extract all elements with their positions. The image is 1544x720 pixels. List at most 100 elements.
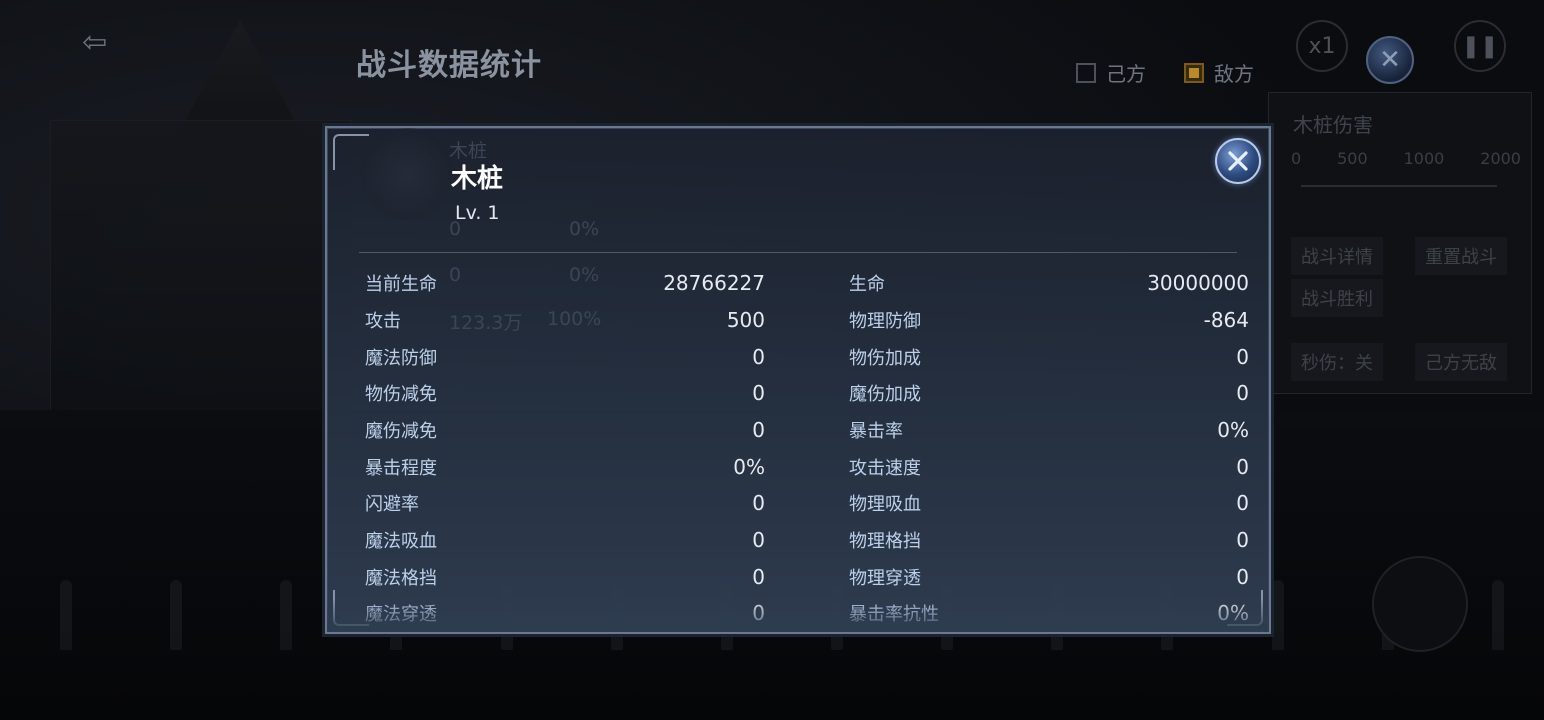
stat-magic-damage-bonus: 魔伤加成 0 bbox=[849, 378, 1249, 408]
pause-icon: ❚❚ bbox=[1461, 33, 1499, 59]
scale-tick: 1000 bbox=[1403, 149, 1445, 168]
stat-row: 魔法防御 0 物伤加成 0 bbox=[365, 342, 1249, 372]
stat-label: 当前生命 bbox=[365, 274, 437, 295]
stat-label: 物理吸血 bbox=[849, 494, 921, 515]
pause-button[interactable]: ❚❚ bbox=[1454, 20, 1506, 72]
stat-label: 闪避率 bbox=[365, 494, 419, 515]
stat-row: 暴击程度 0% 攻击速度 0 bbox=[365, 452, 1249, 482]
filter-enemy-side[interactable]: 敌方 bbox=[1184, 58, 1254, 87]
damage-slider-track[interactable] bbox=[1301, 185, 1497, 187]
stat-label: 物理防御 bbox=[849, 311, 921, 332]
stat-label: 暴击程度 bbox=[365, 458, 437, 479]
stat-value: 0 bbox=[1236, 455, 1249, 479]
battle-victory-button[interactable]: 战斗胜利 bbox=[1291, 279, 1383, 317]
stat-crit-rate: 暴击率 0% bbox=[849, 415, 1249, 445]
unit-level: Lv. 1 bbox=[455, 202, 500, 224]
stat-attack-speed: 攻击速度 0 bbox=[849, 452, 1249, 482]
stat-magic-block: 魔法格挡 0 bbox=[365, 562, 765, 592]
stat-physical-damage-reduction: 物伤减免 0 bbox=[365, 378, 765, 408]
filter-own-label: 己方 bbox=[1106, 62, 1146, 86]
modal-close-button[interactable] bbox=[1215, 138, 1261, 184]
stat-value: 0 bbox=[752, 418, 765, 442]
stat-value: 0 bbox=[752, 381, 765, 405]
stat-label: 物伤加成 bbox=[849, 348, 921, 369]
stat-row: 魔法吸血 0 物理格挡 0 bbox=[365, 525, 1249, 555]
battle-details-button[interactable]: 战斗详情 bbox=[1291, 237, 1383, 275]
emblem-icon bbox=[361, 128, 453, 220]
reset-battle-button[interactable]: 重置战斗 bbox=[1415, 237, 1507, 275]
speed-label: x1 bbox=[1308, 33, 1336, 59]
stat-attack: 攻击 500 bbox=[365, 305, 765, 335]
stat-value: 0% bbox=[1217, 601, 1249, 625]
stat-magic-lifesteal: 魔法吸血 0 bbox=[365, 525, 765, 555]
stat-value: -864 bbox=[1203, 308, 1249, 332]
stat-value: 0 bbox=[1236, 381, 1249, 405]
stat-value: 0% bbox=[733, 455, 765, 479]
stat-dodge-rate: 闪避率 0 bbox=[365, 488, 765, 518]
stat-value: 0 bbox=[752, 528, 765, 552]
stat-label: 魔法穿透 bbox=[365, 604, 437, 625]
stat-value: 28766227 bbox=[663, 271, 765, 295]
filter-own-side[interactable]: 己方 bbox=[1076, 58, 1146, 87]
dummy-damage-title: 木桩伤害 bbox=[1293, 113, 1373, 137]
exit-icon[interactable]: ⇦ bbox=[82, 26, 116, 60]
checkbox-own-side[interactable] bbox=[1076, 62, 1096, 83]
stat-label: 攻击速度 bbox=[849, 458, 921, 479]
stat-row: 魔法格挡 0 物理穿透 0 bbox=[365, 562, 1249, 592]
header-divider bbox=[359, 252, 1237, 253]
stat-value: 0 bbox=[752, 601, 765, 625]
stat-physical-damage-bonus: 物伤加成 0 bbox=[849, 342, 1249, 372]
stat-max-hp: 生命 30000000 bbox=[849, 268, 1249, 298]
stat-row: 魔法穿透 0 暴击率抗性 0% bbox=[365, 598, 1249, 628]
stat-value: 0 bbox=[752, 565, 765, 589]
stat-label: 生命 bbox=[849, 274, 885, 295]
stat-value: 0 bbox=[1236, 491, 1249, 515]
stat-row: 闪避率 0 物理吸血 0 bbox=[365, 488, 1249, 518]
corner-ornament bbox=[333, 590, 369, 626]
stat-label: 魔法吸血 bbox=[365, 531, 437, 552]
stat-crit-resistance: 暴击率抗性 0% bbox=[849, 598, 1249, 628]
stat-magic-defense: 魔法防御 0 bbox=[365, 342, 765, 372]
stat-physical-defense: 物理防御 -864 bbox=[849, 305, 1249, 335]
stat-value: 0% bbox=[1217, 418, 1249, 442]
stat-row: 魔伤减免 0 暴击率 0% bbox=[365, 415, 1249, 445]
stat-physical-penetration: 物理穿透 0 bbox=[849, 562, 1249, 592]
stat-current-hp: 当前生命 28766227 bbox=[365, 268, 765, 298]
scale-tick: 0 bbox=[1291, 149, 1302, 168]
stat-value: 0 bbox=[752, 491, 765, 515]
stat-label: 物理格挡 bbox=[849, 531, 921, 552]
stat-label: 暴击率抗性 bbox=[849, 604, 939, 625]
filter-enemy-label: 敌方 bbox=[1214, 62, 1254, 86]
close-icon: ✕ bbox=[1379, 45, 1401, 75]
stat-label: 魔伤减免 bbox=[365, 421, 437, 442]
stat-row: 物伤减免 0 魔伤加成 0 bbox=[365, 378, 1249, 408]
dps-toggle-button[interactable]: 秒伤：关 bbox=[1291, 343, 1383, 381]
stat-value: 30000000 bbox=[1147, 271, 1249, 295]
stat-value: 0 bbox=[1236, 565, 1249, 589]
page-title: 战斗数据统计 bbox=[356, 48, 542, 83]
temple-building bbox=[50, 120, 352, 422]
stat-label: 魔伤加成 bbox=[849, 384, 921, 405]
stat-physical-lifesteal: 物理吸血 0 bbox=[849, 488, 1249, 518]
stat-label: 物伤减免 bbox=[365, 384, 437, 405]
stat-label: 攻击 bbox=[365, 311, 401, 332]
unit-name: 木桩 bbox=[451, 164, 504, 194]
invincible-button[interactable]: 己方无敌 bbox=[1415, 343, 1507, 381]
scale-tick: 500 bbox=[1337, 149, 1368, 168]
stat-row: 当前生命 28766227 生命 30000000 bbox=[365, 268, 1249, 298]
stat-label: 物理穿透 bbox=[849, 568, 921, 589]
checkbox-enemy-side[interactable] bbox=[1184, 62, 1204, 83]
stat-value: 0 bbox=[1236, 345, 1249, 369]
stat-row: 攻击 500 物理防御 -864 bbox=[365, 305, 1249, 335]
stat-magic-penetration: 魔法穿透 0 bbox=[365, 598, 765, 628]
dummy-damage-panel: 木桩伤害 0 500 1000 2000 战斗详情 重置战斗 战斗胜利 秒伤：关… bbox=[1268, 92, 1532, 394]
stat-value: 500 bbox=[726, 308, 765, 332]
unit-stats-modal: 木桩 0 0% 0 0% 123.3万 100% 木桩 Lv. 1 当前生命 28… bbox=[325, 126, 1271, 634]
skill-joystick[interactable] bbox=[1372, 556, 1468, 652]
stat-label: 魔法格挡 bbox=[365, 568, 437, 589]
stat-magic-damage-reduction: 魔伤减免 0 bbox=[365, 415, 765, 445]
stat-value: 0 bbox=[1236, 528, 1249, 552]
background-close-button[interactable]: ✕ bbox=[1366, 36, 1414, 84]
stat-label: 暴击率 bbox=[849, 421, 903, 442]
speed-button[interactable]: x1 bbox=[1296, 20, 1348, 72]
